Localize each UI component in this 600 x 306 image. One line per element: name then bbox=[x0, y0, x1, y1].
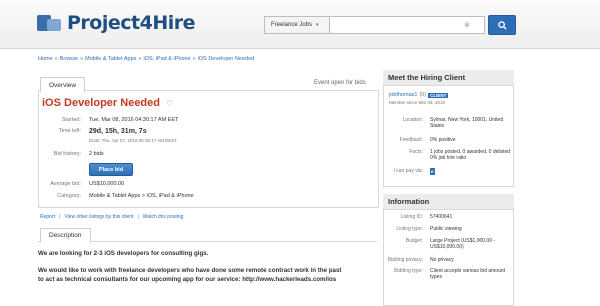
information-panel bbox=[383, 194, 514, 306]
listing-type-value: Public viewing bbox=[430, 226, 462, 232]
site-header: Project4Hire Freelance Jobs ▾ ⊗ bbox=[0, 0, 600, 49]
breadcrumb-mobile[interactable]: Mobile & Tablet Apps bbox=[85, 56, 136, 62]
ends-row: Ends: Thu, Apr 07, 2016 05:30:17 AM EEST bbox=[42, 138, 177, 143]
logo-icon bbox=[37, 13, 63, 33]
bidding-privacy-row: Bidding privacy: No privacy bbox=[384, 257, 512, 263]
site-logo[interactable]: Project4Hire bbox=[37, 12, 195, 34]
breadcrumb: Home» Browse» Mobile & Tablet Apps» iOS,… bbox=[38, 56, 255, 62]
bidding-type-value: Client accepts various bid amount types bbox=[430, 268, 506, 280]
client-badge: CLIENT bbox=[428, 92, 449, 98]
facts-value-2: 0% job hire ratio bbox=[430, 155, 467, 161]
bidding-type-label: Bidding type: bbox=[394, 268, 423, 274]
time-left-label: Time left: bbox=[58, 128, 81, 134]
started-label: Started: bbox=[61, 117, 81, 123]
job-title-text: iOS Developer Needed bbox=[42, 97, 160, 109]
search-category-label: Freelance Jobs bbox=[271, 22, 313, 28]
bidding-privacy-value: No privacy bbox=[430, 257, 454, 263]
bid-history-value[interactable]: 2 bids bbox=[89, 151, 104, 157]
budget-row: Budget: Large Project (US$1,000.00 - US$… bbox=[384, 238, 512, 250]
average-bid-label: Average bid: bbox=[50, 181, 81, 187]
event-status: Event open for bids bbox=[314, 80, 366, 86]
budget-label: Budget: bbox=[405, 238, 423, 244]
payment-method-icon: E bbox=[430, 168, 435, 175]
pay-label: I can pay via: bbox=[393, 168, 423, 174]
search-category-select[interactable]: Freelance Jobs ▾ bbox=[264, 16, 330, 34]
breadcrumb-browse[interactable]: Browse bbox=[60, 56, 78, 62]
breadcrumb-current[interactable]: iOS Developer Needed bbox=[198, 56, 255, 62]
feedback-row: Feedback: 0% positive bbox=[384, 137, 512, 143]
clear-icon[interactable]: ⊗ bbox=[464, 21, 470, 29]
pay-row: I can pay via: E bbox=[384, 168, 512, 175]
bid-history-row: Bid history: 2 bids bbox=[42, 151, 104, 157]
place-bid-button[interactable]: Place bid bbox=[89, 163, 133, 176]
breadcrumb-ios[interactable]: iOS, iPad & iPhone bbox=[143, 56, 190, 62]
information-heading: Information bbox=[383, 194, 514, 210]
listing-type-row: Listing type: Public viewing bbox=[384, 226, 512, 232]
description-line-3: to act as technical consultants for our … bbox=[38, 276, 337, 283]
facts-row: Facts: 1 jobs posted, 0 awarded, 0 delis… bbox=[384, 149, 512, 161]
category-row: Category: Mobile & Tablet Apps > iOS, iP… bbox=[42, 193, 194, 199]
average-bid-value: US$10,000.00 bbox=[89, 181, 125, 187]
member-since: Member since Mar 06, 2016 bbox=[389, 100, 446, 105]
feedback-label: Feedback: bbox=[399, 137, 423, 143]
tab-overview[interactable]: Overview bbox=[40, 77, 86, 93]
time-left-row: Time left: 29d, 15h, 31m, 7s bbox=[42, 128, 147, 135]
listing-actions: Report | View other listings by this clie… bbox=[40, 214, 184, 220]
location-label: Location: bbox=[402, 117, 423, 123]
category-link[interactable]: Mobile & Tablet Apps > iOS, iPad & iPhon… bbox=[89, 193, 194, 199]
ends-value: Ends: Thu, Apr 07, 2016 05:30:17 AM EEST bbox=[89, 138, 177, 143]
location-row: Location: Sylmar, New York, 10001, Unite… bbox=[384, 117, 512, 129]
tab-description[interactable]: Description bbox=[40, 228, 91, 243]
client-heading: Meet the Hiring Client bbox=[383, 70, 514, 86]
view-other-listings-link[interactable]: View other listings by this client bbox=[64, 214, 133, 220]
search-icon bbox=[497, 20, 507, 30]
description-line-1: We are looking for 2-3 iOS developers fo… bbox=[38, 250, 209, 257]
listing-id-row: Listing ID: 57400641 bbox=[384, 214, 512, 220]
job-title: iOS Developer Needed ♡ bbox=[42, 97, 173, 109]
report-link[interactable]: Report bbox=[40, 214, 55, 220]
client-score: (0) bbox=[419, 92, 427, 98]
feedback-value: 0% positive bbox=[430, 137, 456, 143]
average-bid-row: Average bid: US$10,000.00 bbox=[42, 181, 124, 187]
location-value: Sylmar, New York, 10001, United States bbox=[430, 117, 504, 129]
listing-id-label: Listing ID: bbox=[400, 214, 423, 220]
budget-value: Large Project (US$1,000.00 - US$10,000.0… bbox=[430, 238, 496, 250]
started-value: Tue, Mar 08, 2016 04:30:17 AM EET bbox=[89, 117, 179, 123]
started-row: Started: Tue, Mar 08, 2016 04:30:17 AM E… bbox=[42, 117, 179, 123]
client-identity: jobthomas1 (0) CLIENT bbox=[389, 92, 449, 98]
bidding-privacy-label: Bidding privacy: bbox=[387, 257, 423, 263]
listing-type-label: Listing type: bbox=[396, 226, 423, 232]
logo-text: Project4Hire bbox=[67, 12, 195, 34]
chevron-down-icon: ▾ bbox=[316, 22, 319, 28]
favorite-icon[interactable]: ♡ bbox=[166, 99, 173, 108]
bidding-type-row: Bidding type: Client accepts various bid… bbox=[384, 268, 512, 280]
search-button[interactable] bbox=[488, 15, 516, 35]
facts-label: Facts: bbox=[409, 149, 423, 155]
bid-history-label: Bid history: bbox=[53, 151, 81, 157]
search-bar: Freelance Jobs ▾ ⊗ bbox=[264, 15, 516, 35]
watch-posting-link[interactable]: Watch this posting bbox=[143, 214, 184, 220]
description-line-2: We would like to work with freelance dev… bbox=[38, 267, 342, 274]
client-username[interactable]: jobthomas1 bbox=[389, 92, 417, 98]
search-input[interactable]: ⊗ bbox=[330, 16, 485, 34]
listing-id-value: 57400641 bbox=[430, 214, 453, 220]
time-left-value: 29d, 15h, 31m, 7s bbox=[89, 128, 147, 135]
category-label: Category: bbox=[57, 193, 81, 199]
breadcrumb-home[interactable]: Home bbox=[38, 56, 53, 62]
